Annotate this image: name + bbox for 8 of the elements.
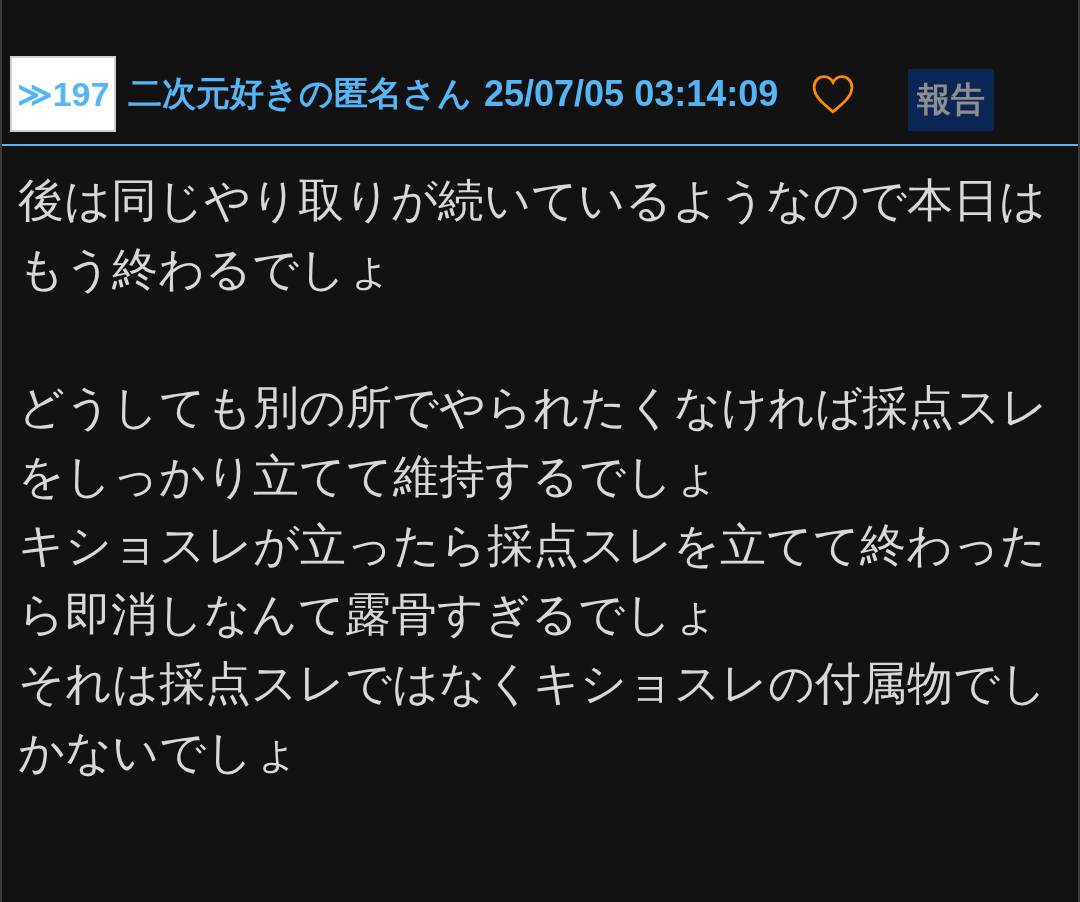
post-date: 25/07/05 03:14:09 <box>484 73 779 115</box>
post-text-line: 後は同じやり取りが続いているようなので本日はもう終わるでしょ <box>18 173 1047 297</box>
heart-icon[interactable] <box>812 74 855 114</box>
post-text-line: それは採点スレではなくキショスレの付属物でしかないでしょ <box>18 656 1048 780</box>
post-text-line: どうしても別の所でやられたくなければ採点スレをしっかり立てて維持するでしょ <box>18 380 1049 504</box>
report-button[interactable]: 報告 <box>908 69 995 131</box>
author-name: 二次元好きの匿名さん <box>128 73 472 114</box>
post-text-line: キショスレが立ったら採点スレを立てて終わったら即消しなんて露骨すぎるでしょ <box>18 518 1048 642</box>
